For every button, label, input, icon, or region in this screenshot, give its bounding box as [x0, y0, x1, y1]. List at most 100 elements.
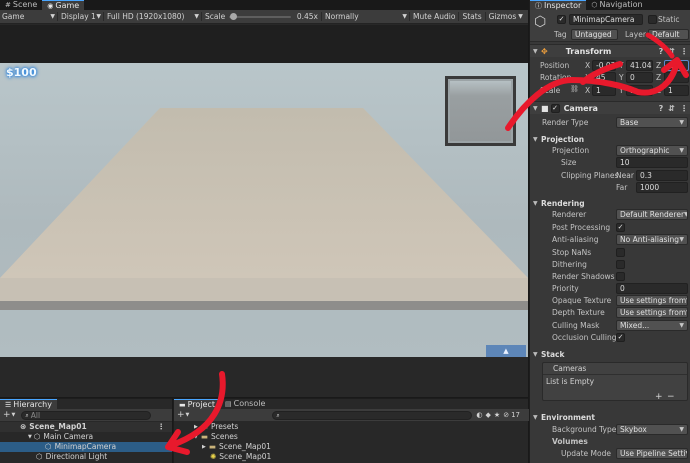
- depth-texture-dropdown[interactable]: Use settings from ▼: [616, 307, 688, 318]
- projection-dropdown[interactable]: Orthographic ▼: [616, 145, 688, 156]
- gizmos-dropdown[interactable]: Gizmos ▼: [484, 12, 526, 21]
- renderer-dropdown[interactable]: Default Renderer ▼: [616, 209, 688, 220]
- filter-label-icon[interactable]: ◆: [486, 411, 491, 419]
- scale-y-field[interactable]: 1: [626, 85, 653, 96]
- environment-section-head[interactable]: ▼ Environment: [533, 411, 688, 423]
- more-options-icon[interactable]: ⋮: [680, 104, 688, 113]
- camera-enabled-checkbox[interactable]: ✓: [550, 103, 560, 113]
- scale-slider-handle[interactable]: [230, 13, 238, 20]
- background-type-dropdown[interactable]: Skybox ▼: [616, 424, 688, 435]
- dithering-checkbox[interactable]: [616, 260, 625, 269]
- list-item[interactable]: ✺ Scene_Map01: [174, 452, 529, 462]
- more-options-icon[interactable]: ⋮: [680, 47, 688, 56]
- tab-project[interactable]: ▬ Project: [174, 399, 220, 409]
- render-type-dropdown[interactable]: Base ▼: [616, 117, 688, 128]
- rendering-section-head[interactable]: ▼ Rendering: [533, 197, 688, 209]
- game-tabbar: # Scene ◉ Game: [0, 0, 528, 10]
- tag-dropdown[interactable]: Untagged: [571, 29, 618, 40]
- tab-navigation[interactable]: ⬡ Navigation: [586, 0, 647, 10]
- list-item[interactable]: ▶ ▬ Presets: [174, 422, 529, 432]
- list-item[interactable]: ▼ ▬ Scenes: [174, 432, 529, 442]
- preset-icon[interactable]: ⇵: [668, 47, 675, 56]
- list-item-label: Scene_Map01: [219, 452, 272, 461]
- display-dropdown[interactable]: Display 1 ▼: [57, 12, 103, 21]
- help-icon[interactable]: ?: [659, 104, 664, 113]
- position-z-field[interactable]: -25: [664, 60, 689, 71]
- tab-console[interactable]: ▤ Console: [220, 399, 270, 409]
- link-icon[interactable]: ⛓: [570, 85, 579, 93]
- tab-game[interactable]: ◉ Game: [42, 0, 85, 10]
- hierarchy-tab[interactable]: ☰ Hierarchy: [0, 399, 57, 409]
- rotation-x-label[interactable]: X: [585, 73, 590, 82]
- help-icon[interactable]: ?: [659, 47, 664, 56]
- game-viewport[interactable]: $100 ▲: [0, 25, 528, 357]
- size-field[interactable]: 10: [616, 157, 688, 168]
- transform-header[interactable]: ▼ ✥ Transform ? ⇵ ⋮: [530, 44, 690, 57]
- list-icon: ☰: [5, 400, 12, 409]
- collapse-tab[interactable]: ▲: [486, 345, 526, 357]
- star-icon[interactable]: ★: [494, 411, 500, 419]
- chevron-down-icon: ▼: [194, 13, 199, 20]
- filter-type-icon[interactable]: ◐: [476, 411, 482, 419]
- stop-nans-checkbox[interactable]: [616, 248, 625, 257]
- hierarchy-search[interactable]: ⌕ All: [21, 410, 152, 420]
- add-icon[interactable]: +: [177, 410, 185, 420]
- static-checkbox[interactable]: [648, 15, 657, 24]
- scale-x-label[interactable]: X: [585, 86, 590, 95]
- scale-z-label[interactable]: Z: [656, 86, 661, 95]
- active-checkbox[interactable]: ✓: [557, 15, 566, 24]
- far-field[interactable]: 1000: [636, 182, 688, 193]
- list-item[interactable]: ▼ ⬡ Main Camera: [0, 432, 172, 442]
- add-camera-button[interactable]: +: [655, 392, 663, 402]
- list-item[interactable]: ⬡ MinimapCamera: [0, 442, 172, 452]
- near-field[interactable]: 0.3: [636, 170, 688, 181]
- rotation-y-field[interactable]: 0: [626, 72, 653, 83]
- info-icon: ⓘ: [535, 1, 542, 10]
- rotation-y-label[interactable]: Y: [619, 73, 624, 82]
- depth-texture-label: Depth Texture: [552, 308, 605, 317]
- add-icon[interactable]: +: [3, 410, 11, 420]
- preset-icon[interactable]: ⇵: [668, 104, 675, 113]
- position-x-label[interactable]: X: [585, 61, 590, 70]
- mute-audio-button[interactable]: Mute Audio: [409, 12, 458, 21]
- scale-x-field[interactable]: 1: [592, 85, 616, 96]
- position-z-label[interactable]: Z: [656, 61, 661, 70]
- anti-aliasing-dropdown[interactable]: No Anti-aliasing ▼: [616, 234, 688, 245]
- display-mode-dropdown[interactable]: Game ▼: [2, 12, 57, 21]
- rotation-z-label[interactable]: Z: [656, 73, 661, 82]
- tab-scene[interactable]: # Scene: [0, 0, 42, 10]
- opaque-texture-dropdown[interactable]: Use settings from ▼: [616, 295, 688, 306]
- more-options-icon[interactable]: ⋮: [158, 422, 166, 432]
- list-item[interactable]: ▶ ▬ Scene_Map01: [174, 442, 529, 452]
- rotation-z-field[interactable]: 0: [664, 72, 689, 83]
- object-name-field[interactable]: MinimapCamera: [569, 14, 643, 25]
- stats-button[interactable]: Stats: [458, 12, 484, 21]
- culling-mask-dropdown[interactable]: Mixed... ▼: [616, 320, 688, 331]
- priority-field[interactable]: 0: [616, 283, 688, 294]
- list-item[interactable]: ⬡ Directional Light: [0, 452, 172, 462]
- post-processing-checkbox[interactable]: ✓: [616, 223, 625, 232]
- aspect-dropdown[interactable]: Normally ▼: [321, 12, 409, 21]
- project-panel: ▬ Project ▤ Console + ▼ ⌕ ◐ ◆ ★ ⊘ 17 ▶ ▬…: [173, 398, 529, 463]
- projection-section-head[interactable]: ▼ Projection: [533, 133, 688, 145]
- scale-slider[interactable]: [229, 12, 292, 21]
- project-search[interactable]: ⌕: [272, 410, 473, 420]
- rotation-x-field[interactable]: 45: [592, 72, 616, 83]
- render-shadows-checkbox[interactable]: [616, 272, 625, 281]
- clipping-planes-label: Clipping Planes: [561, 171, 619, 180]
- position-y-field[interactable]: 41.04: [626, 60, 653, 71]
- visibility-icon[interactable]: ⊘: [503, 411, 509, 419]
- scale-z-field[interactable]: 1: [664, 85, 689, 96]
- resolution-dropdown[interactable]: Full HD (1920x1080) ▼: [103, 12, 201, 21]
- position-y-label[interactable]: Y: [619, 61, 624, 70]
- scale-y-label[interactable]: Y: [619, 86, 624, 95]
- layer-dropdown[interactable]: Default: [648, 29, 689, 40]
- update-mode-dropdown[interactable]: Use Pipeline Setti ▼: [616, 448, 688, 459]
- list-item[interactable]: ⊛ Scene_Map01 ⋮: [0, 422, 172, 432]
- camera-header[interactable]: ▼ ■ ✓ Camera ? ⇵ ⋮: [530, 101, 690, 114]
- remove-camera-button[interactable]: −: [667, 392, 675, 402]
- occlusion-culling-checkbox[interactable]: ✓: [616, 333, 625, 342]
- stack-section-head[interactable]: ▼ Stack: [533, 348, 688, 360]
- position-x-field[interactable]: -0.03: [592, 60, 616, 71]
- tab-inspector[interactable]: ⓘ Inspector: [530, 0, 587, 10]
